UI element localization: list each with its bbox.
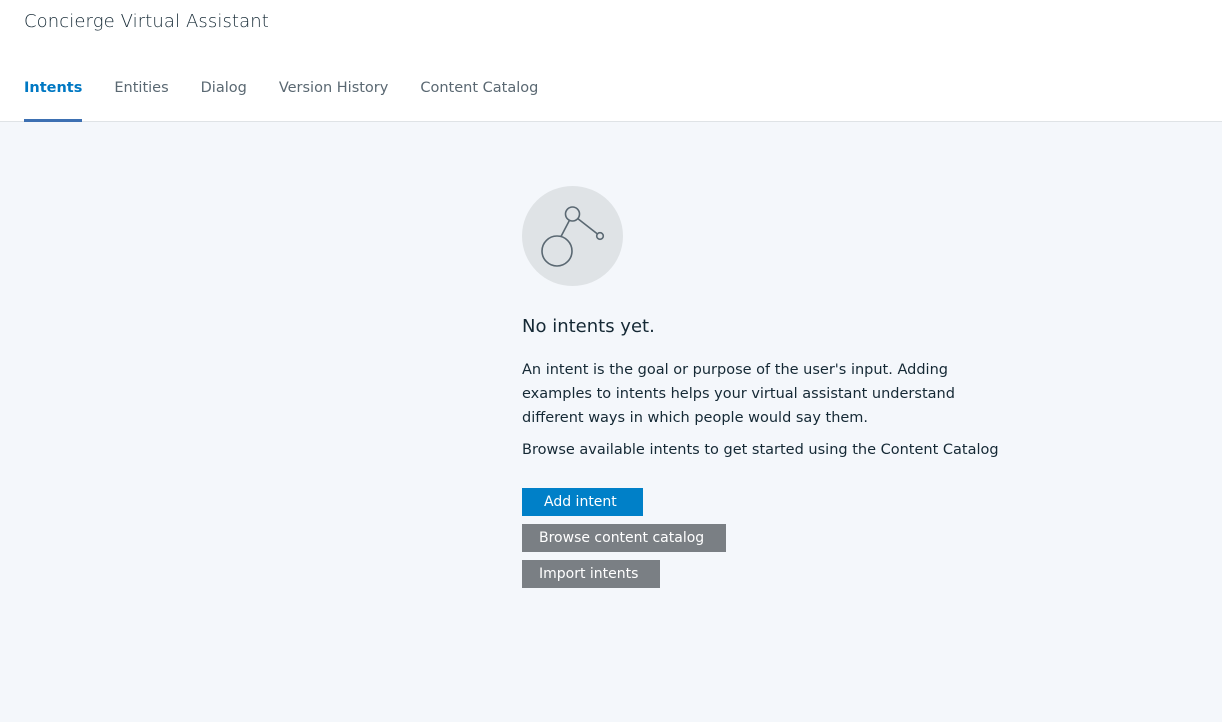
app-header: Concierge Virtual Assistant Intents Enti… bbox=[0, 0, 1222, 122]
add-intent-button[interactable]: Add intent bbox=[522, 488, 643, 516]
empty-state-description: An intent is the goal or purpose of the … bbox=[522, 362, 955, 426]
tab-bar: Intents Entities Dialog Version History … bbox=[24, 80, 570, 122]
browse-content-catalog-button[interactable]: Browse content catalog bbox=[522, 524, 726, 552]
tab-version-history[interactable]: Version History bbox=[279, 80, 389, 122]
empty-state: No intents yet. An intent is the goal or… bbox=[522, 186, 1022, 588]
empty-state-browse-text: Browse available intents to get started … bbox=[522, 442, 999, 458]
empty-state-title: No intents yet. bbox=[522, 316, 655, 337]
tab-intents[interactable]: Intents bbox=[24, 80, 83, 122]
import-intents-button[interactable]: Import intents bbox=[522, 560, 660, 588]
intent-graph-icon bbox=[522, 186, 623, 286]
app-title: Concierge Virtual Assistant bbox=[24, 11, 269, 32]
tab-entities[interactable]: Entities bbox=[114, 80, 168, 122]
tab-dialog[interactable]: Dialog bbox=[201, 80, 247, 122]
tab-content-catalog[interactable]: Content Catalog bbox=[420, 80, 538, 122]
empty-state-actions: Add intent Browse content catalog Import… bbox=[522, 488, 1022, 588]
